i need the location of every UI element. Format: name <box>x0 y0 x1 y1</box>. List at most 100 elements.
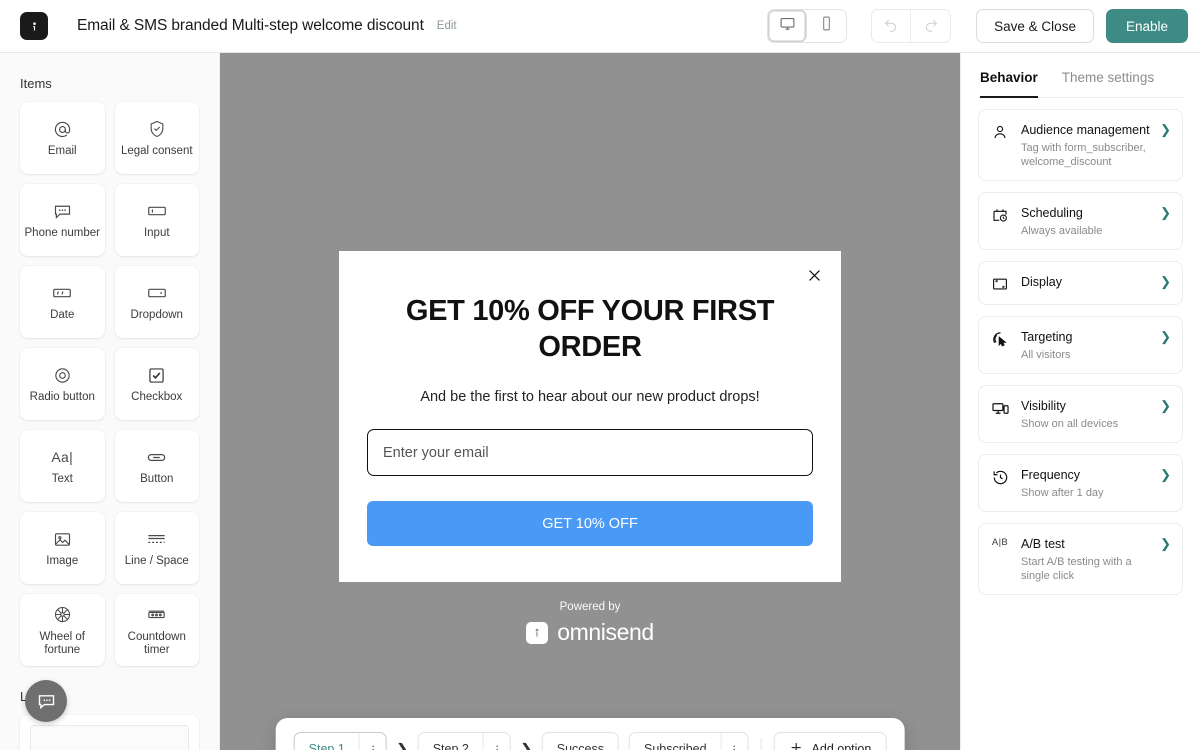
kebab-menu-icon[interactable] <box>720 733 748 750</box>
add-option-button[interactable]: Add option <box>773 732 887 750</box>
close-icon[interactable] <box>801 262 827 288</box>
step-chip-subscribed[interactable]: Subscribed <box>629 732 749 750</box>
wheel-of-fortune-icon <box>52 604 73 626</box>
undo-button[interactable] <box>872 10 912 42</box>
item-button[interactable]: Button <box>114 430 199 502</box>
redo-button[interactable] <box>911 10 951 42</box>
enable-button[interactable]: Enable <box>1105 9 1188 43</box>
at-sign-icon <box>52 118 73 140</box>
tab-theme-settings[interactable]: Theme settings <box>1062 53 1154 98</box>
radio-button-icon <box>52 364 73 386</box>
setting-targeting[interactable]: Targeting All visitors ❯ <box>978 316 1183 374</box>
popup-preview-wrapper: GET 10% OFF YOUR FIRST ORDER And be the … <box>339 251 841 646</box>
step-chip-step-2[interactable]: Step 2 <box>417 732 511 750</box>
devices-icon <box>989 397 1011 418</box>
settings-tabs: Behavior Theme settings <box>978 53 1183 98</box>
setting-audience-management[interactable]: Audience management Tag with form_subscr… <box>978 109 1183 181</box>
chat-support-icon[interactable] <box>25 680 67 722</box>
kebab-menu-icon[interactable] <box>482 733 510 750</box>
item-label: Phone number <box>24 227 100 239</box>
item-label: Wheel of fortune <box>39 630 85 656</box>
person-icon <box>989 121 1011 141</box>
setting-desc: All visitors <box>1021 349 1071 361</box>
item-legal-consent[interactable]: Legal consent <box>114 102 199 174</box>
step-label[interactable]: Success <box>543 733 618 750</box>
edit-title-link[interactable]: Edit <box>437 20 457 32</box>
items-section-title: Items <box>20 76 52 91</box>
item-countdown-timer[interactable]: Countdown timer <box>114 594 199 666</box>
item-label: Input <box>143 227 170 239</box>
step-label[interactable]: Step 1 <box>295 733 359 750</box>
kebab-menu-icon[interactable] <box>358 733 386 750</box>
setting-text: Visibility Show on all devices <box>1021 397 1150 431</box>
steps-divider <box>760 738 762 750</box>
item-text[interactable]: Aa| Text <box>20 430 105 502</box>
setting-text: Audience management Tag with form_subscr… <box>1021 121 1150 169</box>
setting-ab-test[interactable]: A|B A/B test Start A/B testing with a si… <box>978 523 1183 595</box>
step-chip-step-1[interactable]: Step 1 <box>293 732 387 750</box>
save-and-close-button[interactable]: Save & Close <box>976 9 1094 43</box>
desktop-preview-button[interactable] <box>768 10 808 42</box>
item-dropdown[interactable]: Dropdown <box>114 266 199 338</box>
email-input-placeholder: Enter your email <box>383 444 489 461</box>
undo-icon <box>883 16 899 37</box>
layout-placeholder <box>30 725 189 750</box>
item-wheel-of-fortune[interactable]: Wheel of fortune <box>20 594 105 666</box>
item-label: Radio button <box>29 391 95 403</box>
item-email[interactable]: Email <box>20 102 105 174</box>
add-option-label: Add option <box>811 742 872 750</box>
item-input[interactable]: Input <box>114 184 199 256</box>
setting-text: Targeting All visitors <box>1021 328 1150 362</box>
item-label: Email <box>47 145 77 157</box>
display-frame-icon <box>989 273 1011 293</box>
email-input[interactable]: Enter your email <box>367 429 813 476</box>
mobile-preview-button[interactable] <box>807 10 847 42</box>
setting-display[interactable]: Display ❯ <box>978 261 1183 305</box>
popup-cta-button[interactable]: GET 10% OFF <box>367 501 813 546</box>
tab-behavior[interactable]: Behavior <box>980 53 1038 98</box>
item-radio-button[interactable]: Radio button <box>20 348 105 420</box>
tab-label: Behavior <box>980 70 1038 85</box>
checkbox-icon <box>146 364 167 386</box>
shield-check-icon <box>147 118 167 140</box>
item-label: Countdown timer <box>127 630 186 656</box>
item-label: Date <box>50 309 75 321</box>
setting-title: A/B test <box>1021 537 1065 551</box>
setting-visibility[interactable]: Visibility Show on all devices ❯ <box>978 385 1183 443</box>
omnisend-brand-name: omnisend <box>557 619 654 645</box>
desktop-icon <box>779 15 796 37</box>
setting-title: Frequency <box>1021 468 1081 482</box>
popup-cta-label: GET 10% OFF <box>542 515 638 532</box>
item-date[interactable]: Date <box>20 266 105 338</box>
editor-canvas: GET 10% OFF YOUR FIRST ORDER And be the … <box>220 53 960 750</box>
tab-label: Theme settings <box>1061 70 1155 85</box>
setting-title: Targeting <box>1021 330 1073 344</box>
setting-text: Frequency Show after 1 day <box>1021 466 1150 500</box>
setting-text: Display <box>1021 273 1150 291</box>
setting-desc: Show after 1 day <box>1021 487 1104 499</box>
item-line-space[interactable]: Line / Space <box>114 512 199 584</box>
item-phone-number[interactable]: Phone number <box>20 184 105 256</box>
setting-title: Scheduling <box>1021 206 1083 220</box>
calendar-clock-icon <box>989 204 1011 224</box>
steps-bar: Step 1 ❯ Step 2 ❯ Success Subscribed Add… <box>275 718 905 750</box>
setting-title: Audience management <box>1021 123 1150 137</box>
setting-scheduling[interactable]: Scheduling Always available ❯ <box>978 192 1183 250</box>
main-body: Items Email Legal consent Phone number I… <box>0 53 1200 750</box>
chat-bubble-icon <box>52 200 73 222</box>
item-checkbox[interactable]: Checkbox <box>114 348 199 420</box>
countdown-timer-icon <box>145 604 168 626</box>
chevron-right-icon: ❯ <box>520 741 532 750</box>
item-image[interactable]: Image <box>20 512 105 584</box>
setting-frequency[interactable]: Frequency Show after 1 day ❯ <box>978 454 1183 512</box>
step-label[interactable]: Step 2 <box>419 733 483 750</box>
item-label: Legal consent <box>120 145 193 157</box>
input-field-icon <box>146 200 168 222</box>
omnisend-mark-icon <box>526 621 549 644</box>
step-chip-success[interactable]: Success <box>541 732 620 750</box>
button-icon <box>145 446 168 468</box>
save-and-close-label: Save & Close <box>994 18 1076 34</box>
redo-icon <box>923 16 939 37</box>
step-label[interactable]: Subscribed <box>630 733 721 750</box>
chevron-right-icon: ❯ <box>1160 467 1171 482</box>
